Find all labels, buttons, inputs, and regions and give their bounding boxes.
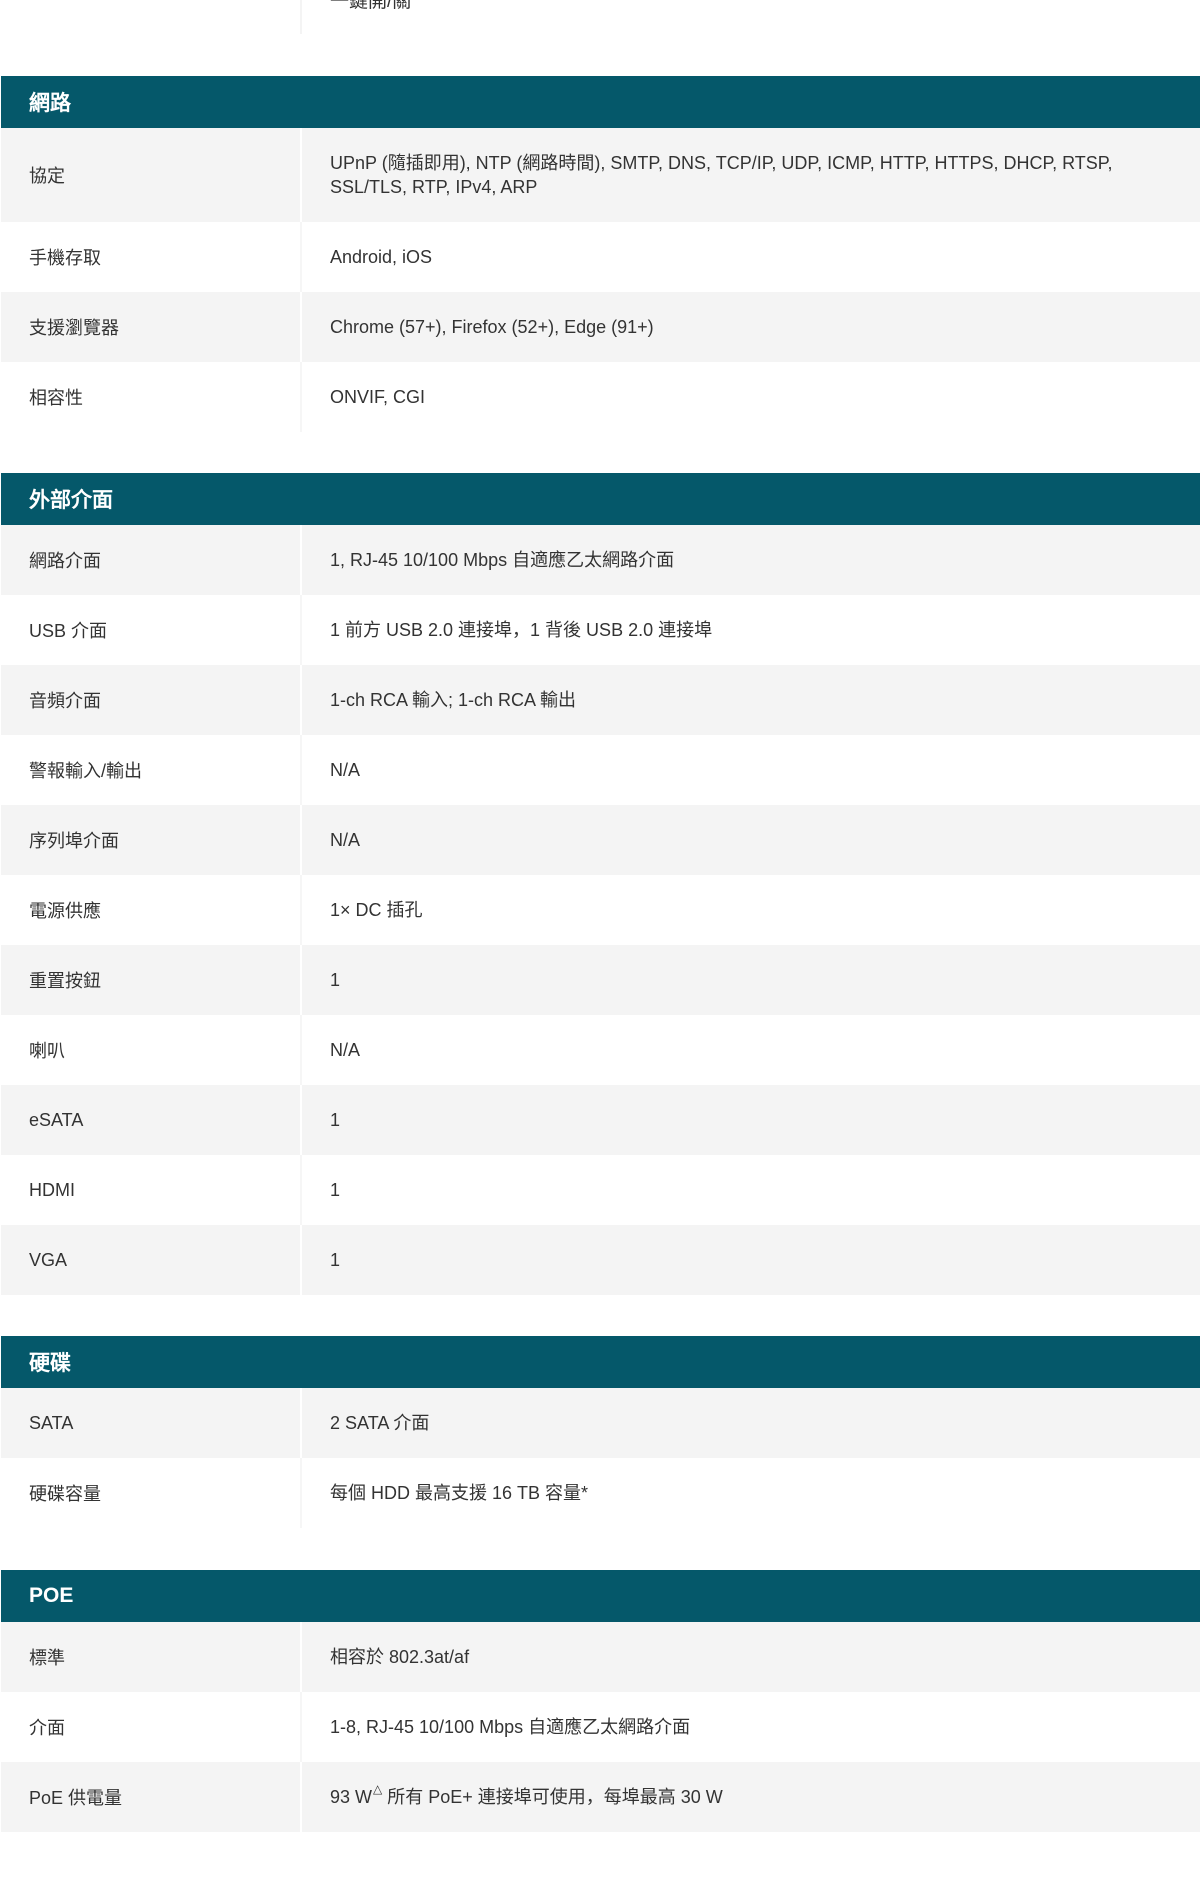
section-title-interfaces: 外部介面	[1, 473, 1200, 525]
spec-label: 介面	[1, 1692, 302, 1762]
section-title-hdd: 硬碟	[1, 1336, 1200, 1388]
spec-row-power: 電源供應 1× DC 插孔	[1, 875, 1200, 945]
spec-label: 協定	[1, 128, 302, 222]
spec-label: 手機存取	[1, 222, 302, 292]
spec-row-protocol: 協定 UPnP (隨插即用), NTP (網路時間), SMTP, DNS, T…	[1, 128, 1200, 222]
spec-label: 喇叭	[1, 1015, 302, 1085]
spec-row-hdmi: HDMI 1	[1, 1155, 1200, 1225]
spec-value: 93 W △ 所有 PoE+ 連接埠可使用，每埠最高 30 W	[302, 1762, 1200, 1832]
spec-row-poe-interface: 介面 1-8, RJ-45 10/100 Mbps 自適應乙太網路介面	[1, 1692, 1200, 1762]
spec-value: Chrome (57+), Firefox (52+), Edge (91+)	[302, 292, 1200, 362]
spec-row-hdd-capacity: 硬碟容量 每個 HDD 最高支援 16 TB 容量*	[1, 1458, 1200, 1528]
spec-value: 1	[302, 945, 1200, 1015]
section-interfaces: 外部介面 網路介面 1, RJ-45 10/100 Mbps 自適應乙太網路介面…	[1, 473, 1200, 1295]
section-hdd: 硬碟 SATA 2 SATA 介面 硬碟容量 每個 HDD 最高支援 16 TB…	[1, 1336, 1200, 1528]
poe-budget-main: 93 W	[330, 1787, 373, 1807]
spec-label: 電源供應	[1, 875, 302, 945]
spec-row-network-interface: 網路介面 1, RJ-45 10/100 Mbps 自適應乙太網路介面	[1, 525, 1200, 595]
spec-label: VGA	[1, 1225, 302, 1295]
spec-row-usb: USB 介面 1 前方 USB 2.0 連接埠，1 背後 USB 2.0 連接埠	[1, 595, 1200, 665]
spec-row-esata: eSATA 1	[1, 1085, 1200, 1155]
footnote-triangle-icon: △	[373, 1782, 383, 1796]
spec-value: 1	[302, 1085, 1200, 1155]
spec-label: eSATA	[1, 1085, 302, 1155]
section-title-network: 網路	[1, 76, 1200, 128]
spec-value: 1 前方 USB 2.0 連接埠，1 背後 USB 2.0 連接埠	[302, 595, 1200, 665]
spec-label: 硬碟容量	[1, 1458, 302, 1528]
spec-row-alarm-io: 警報輸入/輸出 N/A	[1, 735, 1200, 805]
spec-value: 2 SATA 介面	[302, 1388, 1200, 1458]
previous-row-stub: 一鍵開/關	[0, 0, 1200, 34]
spec-value: Android, iOS	[302, 222, 1200, 292]
spec-label: SATA	[1, 1388, 302, 1458]
spec-label: HDMI	[1, 1155, 302, 1225]
spec-label: 支援瀏覽器	[1, 292, 302, 362]
spec-value: 1-ch RCA 輸入; 1-ch RCA 輸出	[302, 665, 1200, 735]
spec-row-audio: 音頻介面 1-ch RCA 輸入; 1-ch RCA 輸出	[1, 665, 1200, 735]
spec-row-poe-budget: PoE 供電量 93 W △ 所有 PoE+ 連接埠可使用，每埠最高 30 W	[1, 1762, 1200, 1832]
spec-value: UPnP (隨插即用), NTP (網路時間), SMTP, DNS, TCP/…	[302, 128, 1200, 222]
spec-row-reset: 重置按鈕 1	[1, 945, 1200, 1015]
spec-label: 音頻介面	[1, 665, 302, 735]
spec-row-standard: 標準 相容於 802.3at/af	[1, 1622, 1200, 1692]
spec-value: 1, RJ-45 10/100 Mbps 自適應乙太網路介面	[302, 525, 1200, 595]
section-title-poe: POE	[1, 1570, 1200, 1622]
section-poe: POE 標準 相容於 802.3at/af 介面 1-8, RJ-45 10/1…	[1, 1570, 1200, 1832]
spec-label: 標準	[1, 1622, 302, 1692]
spec-value: 1-8, RJ-45 10/100 Mbps 自適應乙太網路介面	[302, 1692, 1200, 1762]
spec-row-browsers: 支援瀏覽器 Chrome (57+), Firefox (52+), Edge …	[1, 292, 1200, 362]
spec-row-mobile-access: 手機存取 Android, iOS	[1, 222, 1200, 292]
spec-label: 警報輸入/輸出	[1, 735, 302, 805]
poe-budget-rest: 所有 PoE+ 連接埠可使用，每埠最高 30 W	[382, 1787, 723, 1807]
spec-value: 相容於 802.3at/af	[302, 1622, 1200, 1692]
spec-label: 重置按鈕	[1, 945, 302, 1015]
spec-label: 網路介面	[1, 525, 302, 595]
spec-value: N/A	[302, 805, 1200, 875]
spec-value: 1	[302, 1225, 1200, 1295]
spec-value: N/A	[302, 735, 1200, 805]
spec-value: ONVIF, CGI	[302, 362, 1200, 432]
previous-row-value: 一鍵開/關	[330, 0, 412, 12]
spec-row-sata: SATA 2 SATA 介面	[1, 1388, 1200, 1458]
spec-row-serial: 序列埠介面 N/A	[1, 805, 1200, 875]
spec-row-speaker: 喇叭 N/A	[1, 1015, 1200, 1085]
spec-label: PoE 供電量	[1, 1762, 302, 1832]
spec-label: 相容性	[1, 362, 302, 432]
section-network: 網路 協定 UPnP (隨插即用), NTP (網路時間), SMTP, DNS…	[1, 76, 1200, 432]
spec-value: 每個 HDD 最高支援 16 TB 容量*	[302, 1458, 1200, 1528]
spec-label: USB 介面	[1, 595, 302, 665]
spec-value: N/A	[302, 1015, 1200, 1085]
spec-row-compatibility: 相容性 ONVIF, CGI	[1, 362, 1200, 432]
spec-page: 一鍵開/關 網路 協定 UPnP (隨插即用), NTP (網路時間), SMT…	[0, 0, 1200, 1877]
spec-label: 序列埠介面	[1, 805, 302, 875]
spec-row-vga: VGA 1	[1, 1225, 1200, 1295]
spec-value: 1× DC 插孔	[302, 875, 1200, 945]
spec-value: 1	[302, 1155, 1200, 1225]
